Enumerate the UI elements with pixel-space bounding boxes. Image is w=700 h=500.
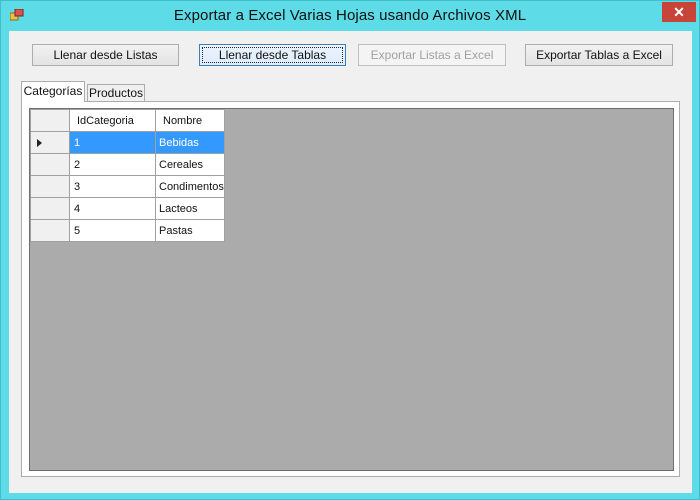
tab-panel-categorias: IdCategoria Nombre 1 Bebidas 2 Cereales [21,101,680,477]
cell-nombre[interactable]: Lacteos [155,197,225,220]
table-row[interactable]: 2 Cereales [30,153,225,176]
header-row: IdCategoria Nombre [30,109,225,132]
window-title: Exportar a Excel Varias Hojas usando Arc… [173,7,527,24]
title-bar[interactable]: Exportar a Excel Varias Hojas usando Arc… [1,1,699,31]
app-window: Exportar a Excel Varias Hojas usando Arc… [0,0,700,500]
table-row[interactable]: 4 Lacteos [30,197,225,220]
datagrid-table: IdCategoria Nombre 1 Bebidas 2 Cereales [30,109,225,242]
row-header[interactable] [30,153,70,176]
row-header[interactable] [30,219,70,242]
cell-nombre[interactable]: Cereales [155,153,225,176]
tab-productos[interactable]: Productos [87,84,145,102]
fill-from-tables-button[interactable]: Llenar desde Tablas [199,44,346,66]
close-button[interactable]: ✕ [662,2,696,22]
cell-idcategoria[interactable]: 5 [69,219,156,242]
corner-header-cell[interactable] [30,109,70,132]
cell-nombre[interactable]: Bebidas [155,131,225,154]
focus-indicator [202,47,343,63]
current-row-arrow-icon [37,139,42,147]
export-tables-button[interactable]: Exportar Tablas a Excel [525,44,673,66]
row-header[interactable] [30,175,70,198]
form-client-area: Llenar desde Listas Llenar desde Tablas … [9,31,692,493]
column-header-nombre[interactable]: Nombre [155,109,225,132]
table-row[interactable]: 1 Bebidas [30,131,225,154]
cell-idcategoria[interactable]: 2 [69,153,156,176]
row-header[interactable] [30,197,70,220]
cell-idcategoria[interactable]: 1 [69,131,156,154]
export-lists-button: Exportar Listas a Excel [358,44,506,66]
cell-idcategoria[interactable]: 4 [69,197,156,220]
categories-datagrid[interactable]: IdCategoria Nombre 1 Bebidas 2 Cereales [29,108,674,471]
table-row[interactable]: 3 Condimentos [30,175,225,198]
cell-nombre[interactable]: Pastas [155,219,225,242]
fill-from-lists-button[interactable]: Llenar desde Listas [32,44,179,66]
cell-idcategoria[interactable]: 3 [69,175,156,198]
row-header[interactable] [30,131,70,154]
tab-categorias[interactable]: Categorías [21,81,85,102]
cell-nombre[interactable]: Condimentos [155,175,225,198]
close-icon: ✕ [673,4,685,20]
column-header-idcategoria[interactable]: IdCategoria [69,109,156,132]
table-row[interactable]: 5 Pastas [30,219,225,242]
